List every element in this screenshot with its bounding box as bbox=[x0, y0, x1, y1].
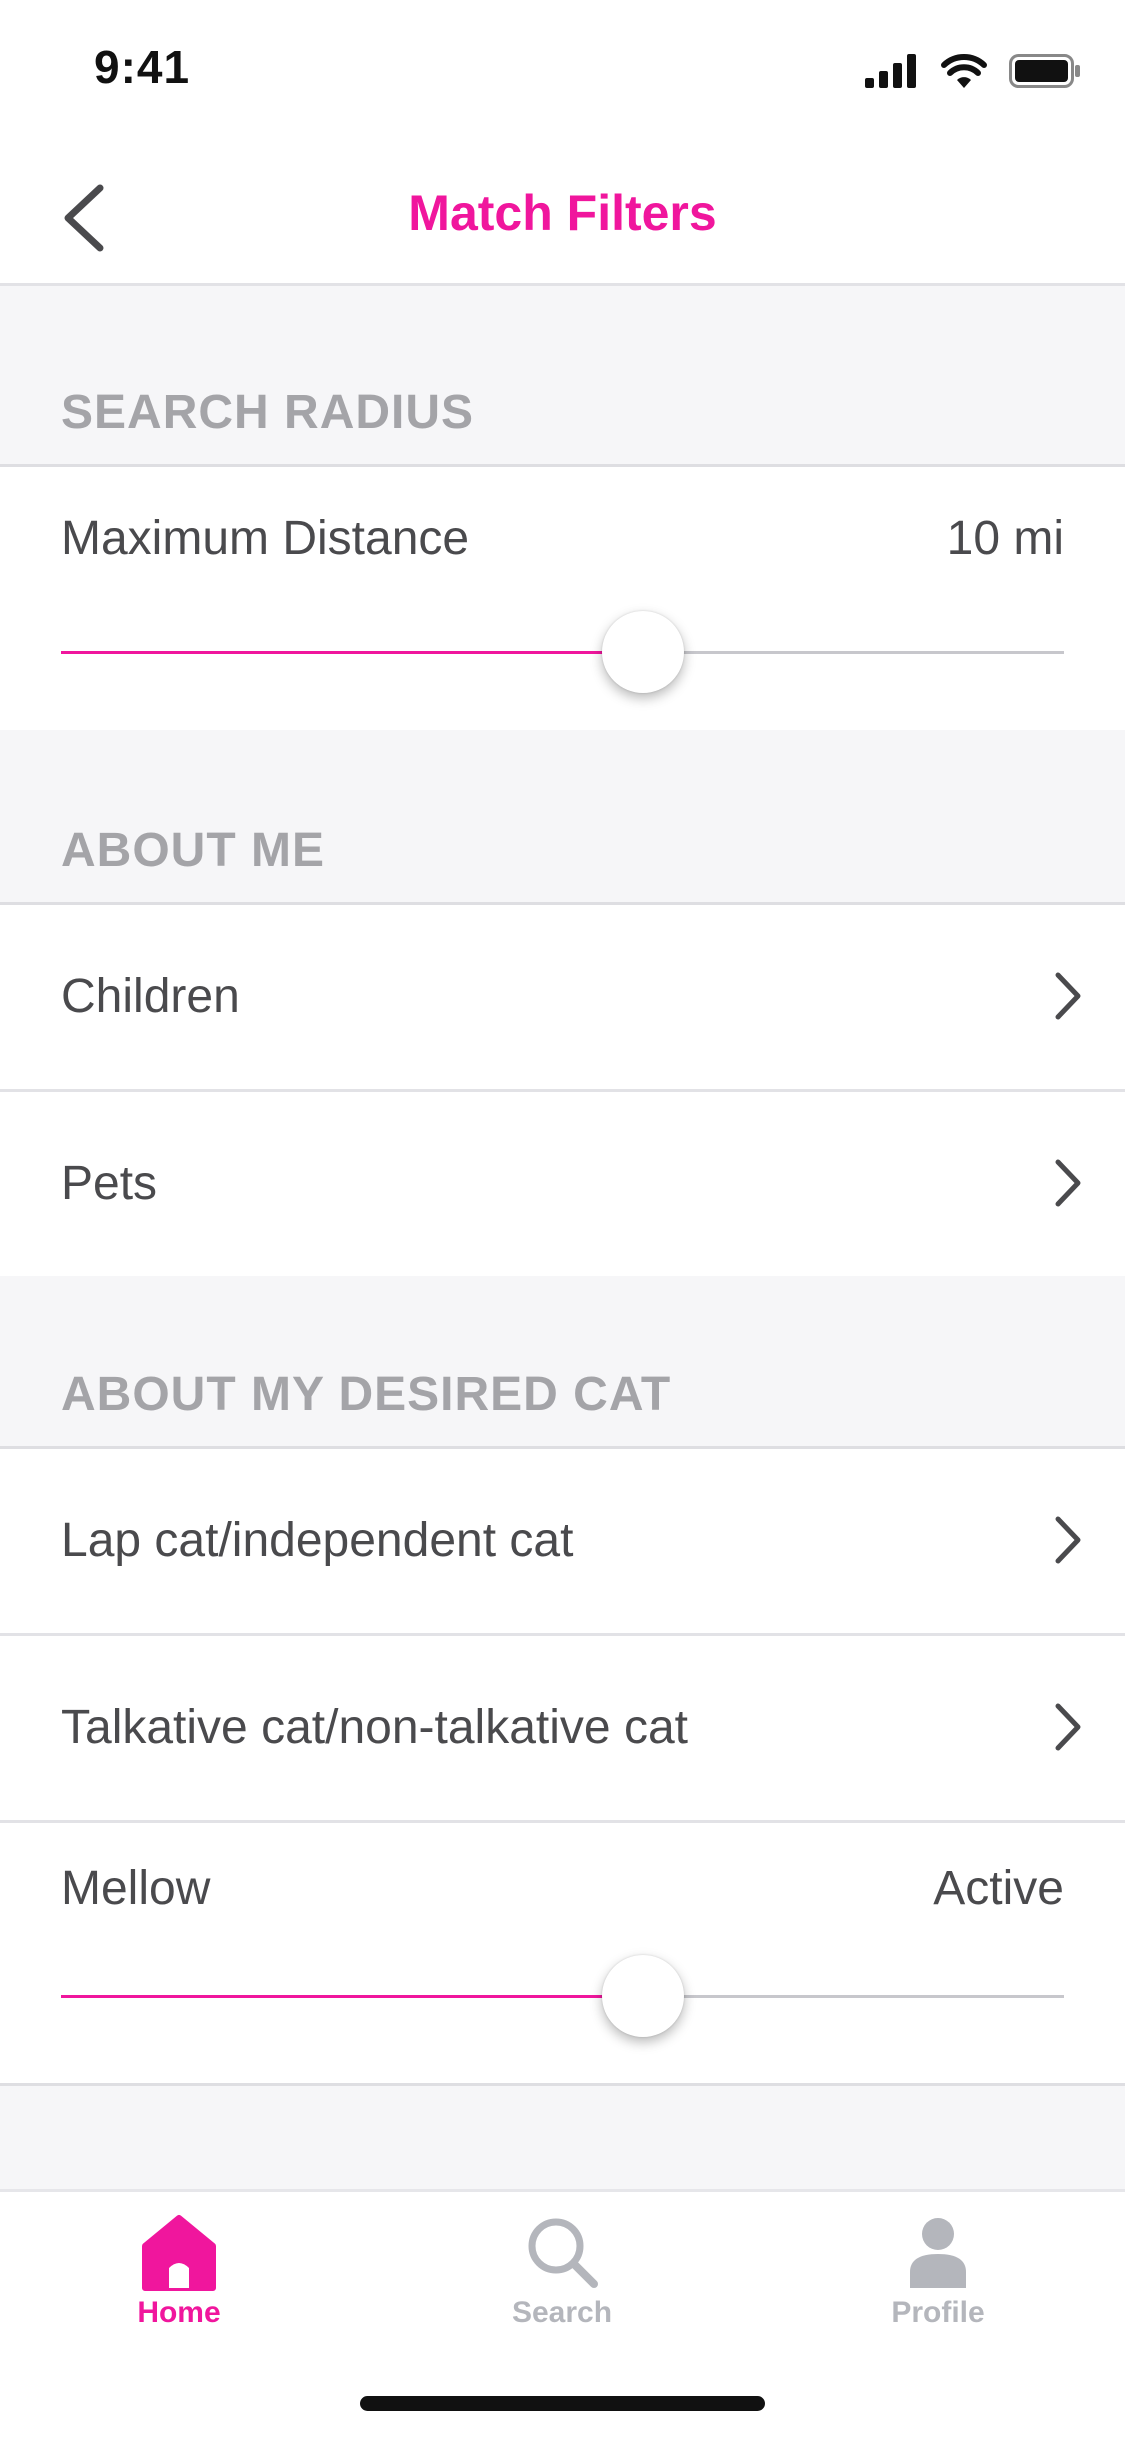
section-header-search-radius: SEARCH RADIUS bbox=[0, 286, 1125, 466]
list-item-label: Lap cat/independent cat bbox=[61, 1514, 574, 1567]
wifi-icon bbox=[941, 54, 987, 88]
status-bar: 9:41 bbox=[0, 0, 1125, 132]
tab-home[interactable]: Home bbox=[79, 2212, 279, 2330]
list-item-label: Pets bbox=[61, 1157, 158, 1210]
maximum-distance-value: 10 mi bbox=[946, 512, 1064, 565]
slider-thumb[interactable] bbox=[602, 1955, 684, 2037]
activity-level-slider[interactable] bbox=[61, 1951, 1064, 2041]
section-header-desired-cat: ABOUT MY DESIRED CAT bbox=[0, 1276, 1125, 1448]
maximum-distance-label: Maximum Distance bbox=[61, 512, 470, 565]
list-item-lap-cat[interactable]: Lap cat/independent cat bbox=[0, 1449, 1125, 1633]
mellow-label: Mellow bbox=[61, 1862, 211, 1915]
home-indicator bbox=[360, 2396, 765, 2411]
tab-label: Search bbox=[511, 2296, 613, 2329]
search-radius-group: Maximum Distance 10 mi bbox=[0, 464, 1125, 733]
slider-track-filled bbox=[61, 651, 643, 654]
tab-label: Home bbox=[137, 2296, 221, 2329]
section-header-about-me: ABOUT ME bbox=[0, 730, 1125, 904]
chevron-right-icon bbox=[1055, 1159, 1081, 1207]
profile-icon bbox=[910, 2218, 966, 2288]
list-item-children[interactable]: Children bbox=[0, 905, 1125, 1089]
status-icons bbox=[865, 48, 1081, 94]
cellular-signal-icon bbox=[865, 54, 916, 88]
list-item-label: Talkative cat/non-talkative cat bbox=[61, 1701, 688, 1754]
navigation-bar: Match Filters bbox=[0, 132, 1125, 286]
chevron-right-icon bbox=[1055, 1703, 1081, 1751]
search-icon bbox=[528, 2218, 598, 2288]
chevron-right-icon bbox=[1055, 1516, 1081, 1564]
slider-thumb[interactable] bbox=[602, 611, 684, 693]
tab-label: Profile bbox=[891, 2296, 985, 2329]
chevron-right-icon bbox=[1055, 972, 1081, 1020]
home-icon bbox=[142, 2215, 216, 2291]
list-item-label: Children bbox=[61, 970, 240, 1023]
tab-search[interactable]: Search bbox=[462, 2212, 662, 2330]
list-item-pets[interactable]: Pets bbox=[0, 1092, 1125, 1276]
page-title: Match Filters bbox=[408, 185, 717, 241]
distance-slider[interactable] bbox=[61, 607, 1064, 697]
slider-track-empty bbox=[643, 1995, 1064, 1998]
row-divider bbox=[0, 1820, 1125, 1823]
slider-track-filled bbox=[61, 1995, 643, 1998]
slider-track-empty bbox=[643, 651, 1064, 654]
list-item-talkative-cat[interactable]: Talkative cat/non-talkative cat bbox=[0, 1636, 1125, 1820]
desired-cat-group: Lap cat/independent cat Talkative cat/no… bbox=[0, 1446, 1125, 2086]
active-label: Active bbox=[933, 1862, 1064, 1915]
tab-profile[interactable]: Profile bbox=[838, 2212, 1038, 2330]
about-me-group: Children Pets bbox=[0, 902, 1125, 1279]
status-time: 9:41 bbox=[94, 41, 191, 93]
battery-icon bbox=[1009, 54, 1080, 88]
